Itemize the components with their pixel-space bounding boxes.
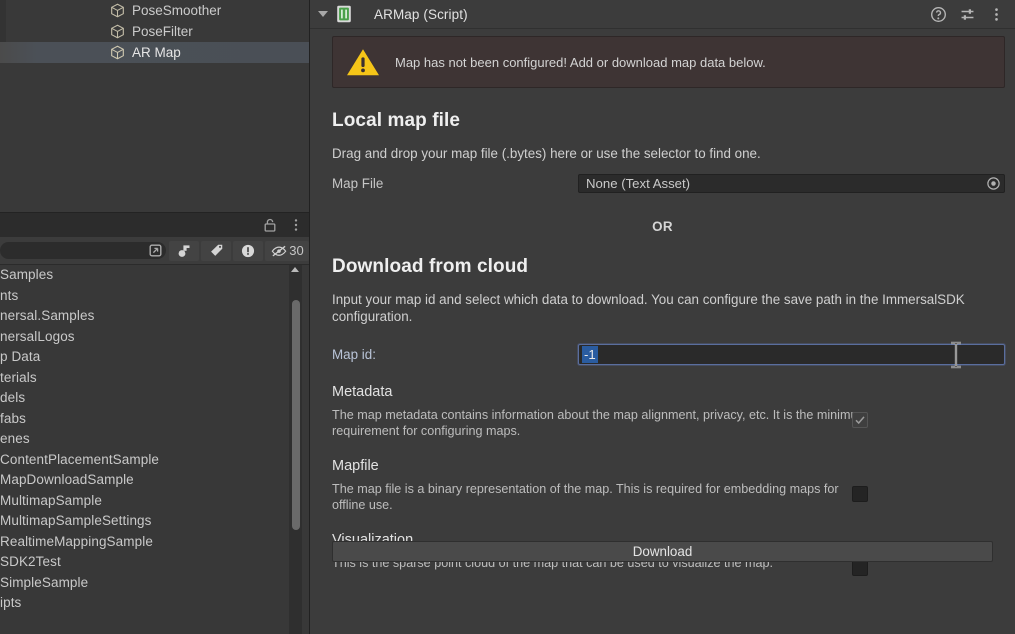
list-item[interactable]: ContentPlacementSample: [0, 450, 310, 471]
map-id-label: Map id:: [332, 346, 376, 362]
list-item[interactable]: enes: [0, 429, 310, 450]
option-title: Metadata: [332, 384, 393, 400]
cube-icon: [111, 3, 124, 18]
list-item[interactable]: nersal.Samples: [0, 306, 310, 327]
list-item[interactable]: MultimapSampleSettings: [0, 511, 310, 532]
warning-helpbox: Map has not been configured! Add or down…: [332, 36, 1005, 88]
map-file-object-field[interactable]: None (Text Asset): [578, 174, 1005, 193]
cube-icon: [111, 24, 124, 39]
hierarchy-panel[interactable]: PoseSmoother PoseFilter AR Map: [0, 0, 310, 212]
hierarchy-item-label: AR Map: [132, 45, 181, 60]
map-id-input[interactable]: -1: [578, 341, 1005, 368]
eye-off-icon: [271, 245, 287, 256]
project-panel-tabbar: [0, 212, 310, 237]
error-filter-button[interactable]: [233, 240, 263, 261]
metadata-checkbox[interactable]: [852, 412, 868, 428]
warning-triangle-icon: [347, 49, 379, 76]
list-item[interactable]: fabs: [0, 409, 310, 430]
kebab-menu-icon[interactable]: [988, 6, 1005, 23]
cube-icon: [111, 45, 124, 60]
error-icon: [241, 244, 255, 257]
or-separator-label: OR: [652, 219, 673, 234]
warning-message: Map has not been configured! Add or down…: [395, 54, 766, 70]
list-item[interactable]: p Data: [0, 347, 310, 368]
lock-icon[interactable]: [262, 217, 278, 233]
list-item[interactable]: nersalLogos: [0, 327, 310, 348]
hierarchy-item-label: PoseFilter: [132, 24, 193, 39]
hidden-objects-count: 30: [289, 243, 304, 258]
project-file-list[interactable]: Samples nts nersal.Samples nersalLogos p…: [0, 265, 310, 634]
hierarchy-item-label: PoseSmoother: [132, 3, 222, 18]
search-input[interactable]: [0, 242, 166, 259]
clear-on-play-icon: [178, 244, 190, 257]
hierarchy-item-posefilter[interactable]: PoseFilter: [0, 21, 310, 42]
local-map-file-title: Local map file: [332, 110, 461, 131]
map-file-value: None (Text Asset): [586, 176, 691, 191]
map-file-label: Map File: [332, 176, 384, 191]
option-title: Mapfile: [332, 458, 379, 474]
download-button[interactable]: Download: [332, 541, 993, 562]
hidden-objects-button[interactable]: 30: [265, 240, 309, 261]
checkmark-icon: [855, 416, 865, 425]
collapse-icon[interactable]: [147, 242, 164, 259]
option-mapfile: Mapfile The map file is a binary represe…: [310, 458, 1015, 513]
option-description: The map metadata contains information ab…: [332, 408, 868, 438]
option-metadata: Metadata The map metadata contains infor…: [310, 384, 1015, 439]
list-item[interactable]: SimpleSample: [0, 573, 310, 594]
project-panel-toolbar: 30: [0, 237, 310, 265]
hierarchy-empty-area[interactable]: [0, 63, 310, 212]
project-list-scrollbar[interactable]: [289, 265, 302, 634]
tag-filter-button[interactable]: [201, 240, 231, 261]
list-item[interactable]: ipts: [0, 593, 310, 614]
inspector-panel: ARMap (Script) Map has not been configur…: [310, 0, 1015, 634]
component-title: ARMap (Script): [374, 6, 468, 22]
clear-on-play-button[interactable]: [169, 240, 199, 261]
option-description: The map file is a binary representation …: [332, 482, 839, 512]
help-icon[interactable]: [930, 6, 947, 23]
local-map-file-description: Drag and drop your map file (.bytes) her…: [332, 146, 761, 161]
object-selector-icon[interactable]: [986, 176, 1001, 191]
inspector-body: Map has not been configured! Add or down…: [310, 36, 1015, 576]
hierarchy-item-posesmoother[interactable]: PoseSmoother: [0, 0, 310, 21]
preset-sliders-icon[interactable]: [959, 6, 976, 23]
list-item[interactable]: Samples: [0, 265, 310, 286]
map-id-row: Map id: -1: [310, 341, 1015, 368]
hierarchy-item-ar-map[interactable]: AR Map: [0, 42, 310, 63]
visualization-checkbox[interactable]: [852, 560, 868, 576]
kebab-menu-icon[interactable]: [288, 217, 304, 233]
scrollbar-thumb[interactable]: [291, 300, 300, 530]
list-item[interactable]: RealtimeMappingSample: [0, 532, 310, 553]
left-column: PoseSmoother PoseFilter AR Map 30 Sample…: [0, 0, 310, 634]
list-item[interactable]: MapDownloadSample: [0, 470, 310, 491]
script-icon: [337, 5, 351, 23]
component-header[interactable]: ARMap (Script): [310, 0, 1015, 29]
list-item[interactable]: MultimapSample: [0, 491, 310, 512]
list-item[interactable]: terials: [0, 368, 310, 389]
text-ibeam-cursor: [951, 341, 961, 368]
scroll-up-arrow-icon[interactable]: [291, 267, 299, 272]
list-item[interactable]: dels: [0, 388, 310, 409]
chevron-down-icon[interactable]: [318, 11, 328, 17]
download-from-cloud-title: Download from cloud: [332, 256, 529, 277]
unity-editor-window: PoseSmoother PoseFilter AR Map 30 Sample…: [0, 0, 1015, 634]
list-item[interactable]: nts: [0, 286, 310, 307]
tag-icon: [210, 244, 222, 256]
map-file-row: Map File None (Text Asset): [310, 173, 1015, 194]
list-item[interactable]: SDK2Test: [0, 552, 310, 573]
map-id-value: -1: [582, 345, 598, 363]
download-from-cloud-description: Input your map id and select which data …: [332, 292, 965, 324]
mapfile-checkbox[interactable]: [852, 486, 868, 502]
